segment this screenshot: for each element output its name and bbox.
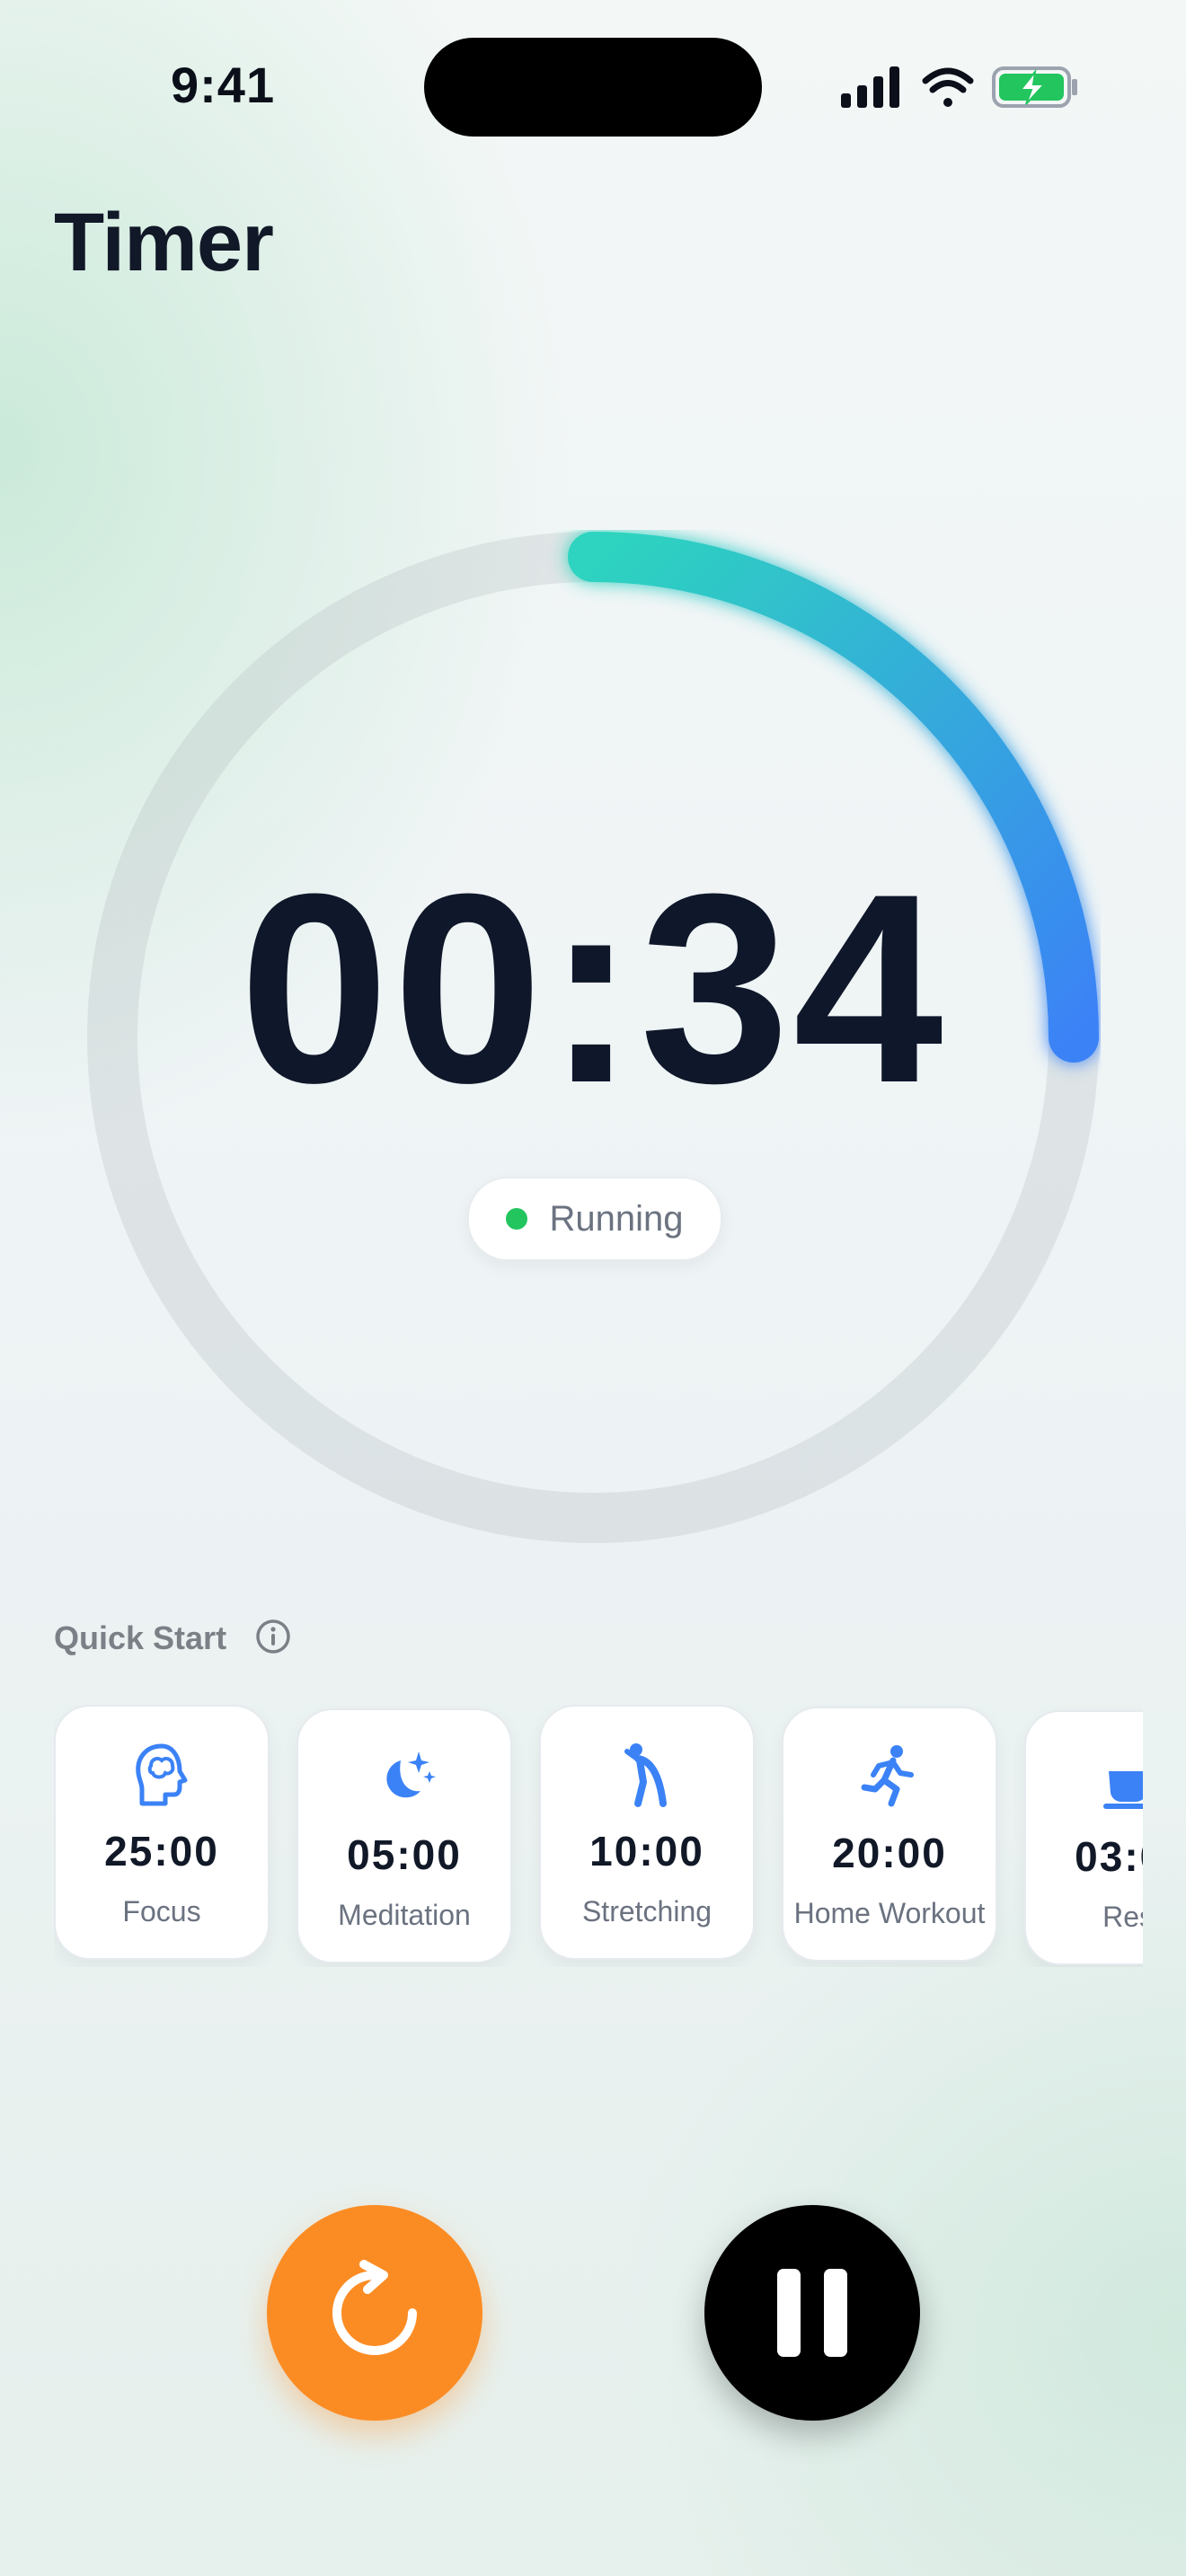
quick-start-card-rest[interactable]: 03:00 Rest <box>1024 1710 1143 1965</box>
signal-icon <box>841 66 899 108</box>
quick-start-time: 05:00 <box>347 1831 462 1878</box>
quick-start-list: 25:00 Focus 05:00 Meditation 10:00 Stret… <box>54 1705 1143 1967</box>
quick-start-time: 25:00 <box>104 1828 219 1875</box>
battery-charging-icon <box>992 66 1077 108</box>
status-bar-icons <box>841 66 1077 108</box>
quick-start-time: 10:00 <box>589 1828 704 1875</box>
status-label: Running <box>549 1198 684 1239</box>
status-dot <box>506 1208 528 1230</box>
reset-arrow-icon <box>332 2260 417 2355</box>
quick-start-label: Stretching <box>581 1895 712 1928</box>
status-bar-time: 9:41 <box>171 57 276 113</box>
quick-start-title: Quick Start <box>54 1619 227 1656</box>
pause-button[interactable] <box>704 2205 920 2421</box>
quick-start-label: Focus <box>122 1895 201 1928</box>
quick-start-card-focus[interactable]: 25:00 Focus <box>54 1705 270 1960</box>
dynamic-island <box>424 38 762 137</box>
wifi-icon <box>922 67 974 107</box>
page-title: Timer <box>54 197 274 288</box>
reset-button[interactable] <box>267 2205 482 2421</box>
brain-head-icon <box>136 1743 188 1806</box>
quick-start-time: 20:00 <box>832 1830 947 1876</box>
cup-icon <box>1103 1771 1143 1809</box>
info-icon[interactable] <box>255 1619 291 1654</box>
stretching-person-icon <box>624 1743 667 1807</box>
moon-stars-icon <box>386 1751 436 1798</box>
quick-start-label: Home Workout <box>793 1897 986 1929</box>
status-badge: Running <box>467 1177 722 1261</box>
running-person-icon <box>861 1745 914 1807</box>
quick-start-label: Rest <box>1102 1901 1143 1933</box>
quick-start-card-meditation[interactable]: 05:00 Meditation <box>296 1708 512 1963</box>
quick-start-time: 03:00 <box>1075 1833 1143 1880</box>
timer-display: 00:34 <box>239 837 947 1139</box>
quick-start-card-home-workout[interactable]: 20:00 Home Workout <box>782 1707 997 1962</box>
quick-start-label: Meditation <box>338 1899 471 1931</box>
pause-icon <box>777 2269 847 2357</box>
quick-start-card-stretching[interactable]: 10:00 Stretching <box>539 1705 755 1960</box>
